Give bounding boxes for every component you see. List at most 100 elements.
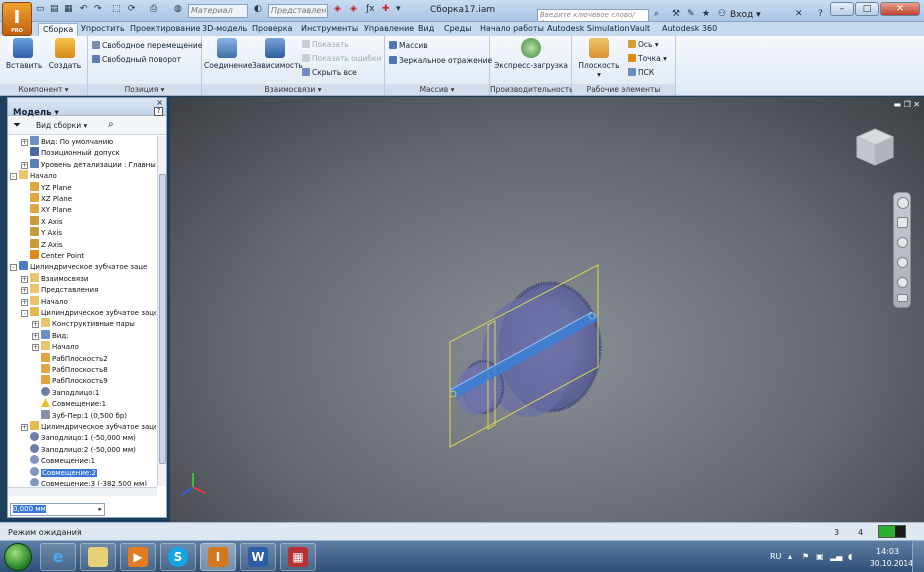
tree-node[interactable]: Заподлицо:1 [32,386,99,398]
tray-monitor-icon[interactable]: ▣ [816,552,825,561]
nav-customize-icon[interactable] [897,294,908,302]
taskbar-ie[interactable]: e [40,543,76,571]
clock-date[interactable]: 30.10.2014 [870,559,913,568]
tree-node[interactable]: + Взаимосвязи [21,272,88,284]
tree-node[interactable]: + Начало [21,295,68,307]
free-move-button[interactable]: Свободное перемещение [92,40,202,51]
view-mode-dropdown[interactable]: Вид сборки ▾ [36,121,87,130]
tab-get-started[interactable]: Начало работы [476,23,548,36]
taskbar-media-player[interactable]: ▶ [120,543,156,571]
binoculars-icon[interactable]: ⌕ [654,9,659,23]
show-desktop-button[interactable] [912,541,924,572]
login-button[interactable]: Вход ▾ [730,10,761,20]
adjust-icon[interactable]: ◈ [334,4,341,18]
tree-node[interactable]: - Цилиндрическое зубчатое заце [10,261,147,272]
favorites-icon[interactable]: ★ [702,9,710,23]
viewport-close-icon[interactable]: ✕ [913,100,920,109]
tree-node[interactable]: Зуб-Пер:1 (0,500 бр) [32,409,127,421]
tab-3d-model[interactable]: 3D-модель [198,23,251,36]
point-button[interactable]: Точка ▾ [628,53,667,64]
tree-node[interactable]: РабПлоскость2 [32,352,108,364]
zoom-icon[interactable] [897,237,908,248]
hide-all-button[interactable]: Скрыть все [302,67,357,78]
show-errors-button[interactable]: Показать ошибки [302,53,381,64]
tree-node[interactable]: Заподлицо:2 (-50,000 мм) [21,443,136,455]
formula-icon[interactable]: ƒx [366,4,375,18]
tree-node[interactable]: X Axis [21,215,63,227]
tree-node[interactable]: + Вид: По умолчанию [21,136,113,147]
tree-node[interactable]: Y Axis [21,227,62,238]
close-button[interactable]: ✕ [880,2,920,16]
tab-simplify[interactable]: Упростить [77,23,129,36]
group-title-pattern[interactable]: Массив ▾ [385,84,489,95]
expand-icon[interactable]: + [21,287,28,295]
tree-node[interactable]: Совмещение:1 [21,455,95,466]
axis-button[interactable]: Ось ▾ [628,39,659,50]
collapse-icon[interactable]: - [10,173,17,181]
tree-node[interactable]: РабПлоскость9 [32,375,108,386]
start-button[interactable] [4,543,32,571]
tree-node[interactable]: + Цилиндрическое зубчатое заце [21,421,156,432]
tree-node[interactable]: Совмещение:1 [32,398,106,409]
redo-icon[interactable]: ↷ [94,4,102,18]
appearance-combo[interactable]: Представлен [268,4,328,18]
tree-node[interactable]: Z Axis [21,238,63,250]
plane-button[interactable]: Плоскость ▾ [576,38,622,79]
collapse-icon[interactable]: - [21,310,28,317]
tree-node[interactable]: Заподлицо:1 (-50,000 мм) [21,432,136,443]
free-rotate-button[interactable]: Свободный поворот [92,54,181,65]
scrollbar-thumb[interactable] [159,174,166,464]
tree-node[interactable]: YZ Plane [21,181,72,193]
new-icon[interactable]: ▭ [36,4,45,18]
joint-button[interactable]: Соединение [204,38,252,70]
tree-node[interactable]: РабПлоскость8 [32,364,108,375]
tree-node[interactable]: XY Plane [21,204,72,215]
filter-icon[interactable]: ⏷ [13,120,21,131]
graphics-viewport[interactable]: ▬ ❐ ✕ [170,97,924,522]
collapse-icon[interactable]: - [10,264,17,272]
tab-tools[interactable]: Инструменты [297,23,362,36]
expand-icon[interactable]: + [32,332,39,340]
browser-help-icon[interactable]: ? [154,107,163,116]
tree-node[interactable]: Совмещение:2 [21,466,98,478]
save-icon[interactable]: ▦ [64,4,73,18]
exchange-icon[interactable]: ✕ [795,9,803,23]
constraint-button[interactable]: Зависимость [252,38,303,70]
qat-dropdown-icon[interactable]: ▾ [396,4,401,18]
tree-node[interactable]: XZ Plane [21,193,72,204]
subscription-icon[interactable]: ⚒ [672,9,680,23]
viewcube[interactable] [853,125,897,169]
maximize-button[interactable]: □ [855,2,879,16]
search-input[interactable]: Введите ключевое слово/фразу [537,9,649,27]
tree-node[interactable]: Совмещение:3 (-382,500 мм) [21,478,147,486]
viewport-minimize-icon[interactable]: ▬ [893,100,901,109]
print-icon[interactable]: ⎙ [150,4,157,18]
browser-scrollbar[interactable] [157,136,166,486]
insert-button[interactable]: Вставить [6,38,42,70]
expand-icon[interactable]: + [21,275,28,283]
show-button[interactable]: Показать [302,39,349,50]
tray-flag-icon[interactable]: ⚑ [802,552,811,561]
look-at-icon[interactable] [897,277,908,288]
tray-network-icon[interactable]: ▂▄ [830,552,842,561]
taskbar-inventor[interactable]: I [200,543,236,571]
create-button[interactable]: Создать [48,38,82,70]
taskbar-skype[interactable]: S [160,543,196,571]
expand-icon[interactable]: + [21,139,28,146]
tree-node[interactable]: + Начало [32,341,79,352]
viewport-restore-icon[interactable]: ❐ [904,100,911,109]
taskbar-word[interactable]: W [240,543,276,571]
gear-assembly-model[interactable] [440,257,620,457]
tab-vault[interactable]: Vault [626,23,654,36]
edit-arrow-icon[interactable]: ▸ [98,505,102,513]
group-title-position[interactable]: Позиция ▾ [88,84,201,95]
clock-time[interactable]: 14:03 [876,547,899,556]
update-icon[interactable]: ⟳ [128,4,136,18]
application-menu-button[interactable]: I PRO [2,2,32,36]
tab-autodesk-360[interactable]: Autodesk 360 [658,23,721,36]
communication-icon[interactable]: ✎ [687,9,695,23]
group-title-relationships[interactable]: Взаимосвязи ▾ [202,84,384,95]
tab-simulation[interactable]: Autodesk Simulation [543,23,634,36]
expand-icon[interactable]: + [21,161,28,169]
tab-design[interactable]: Проектирование [126,23,205,36]
